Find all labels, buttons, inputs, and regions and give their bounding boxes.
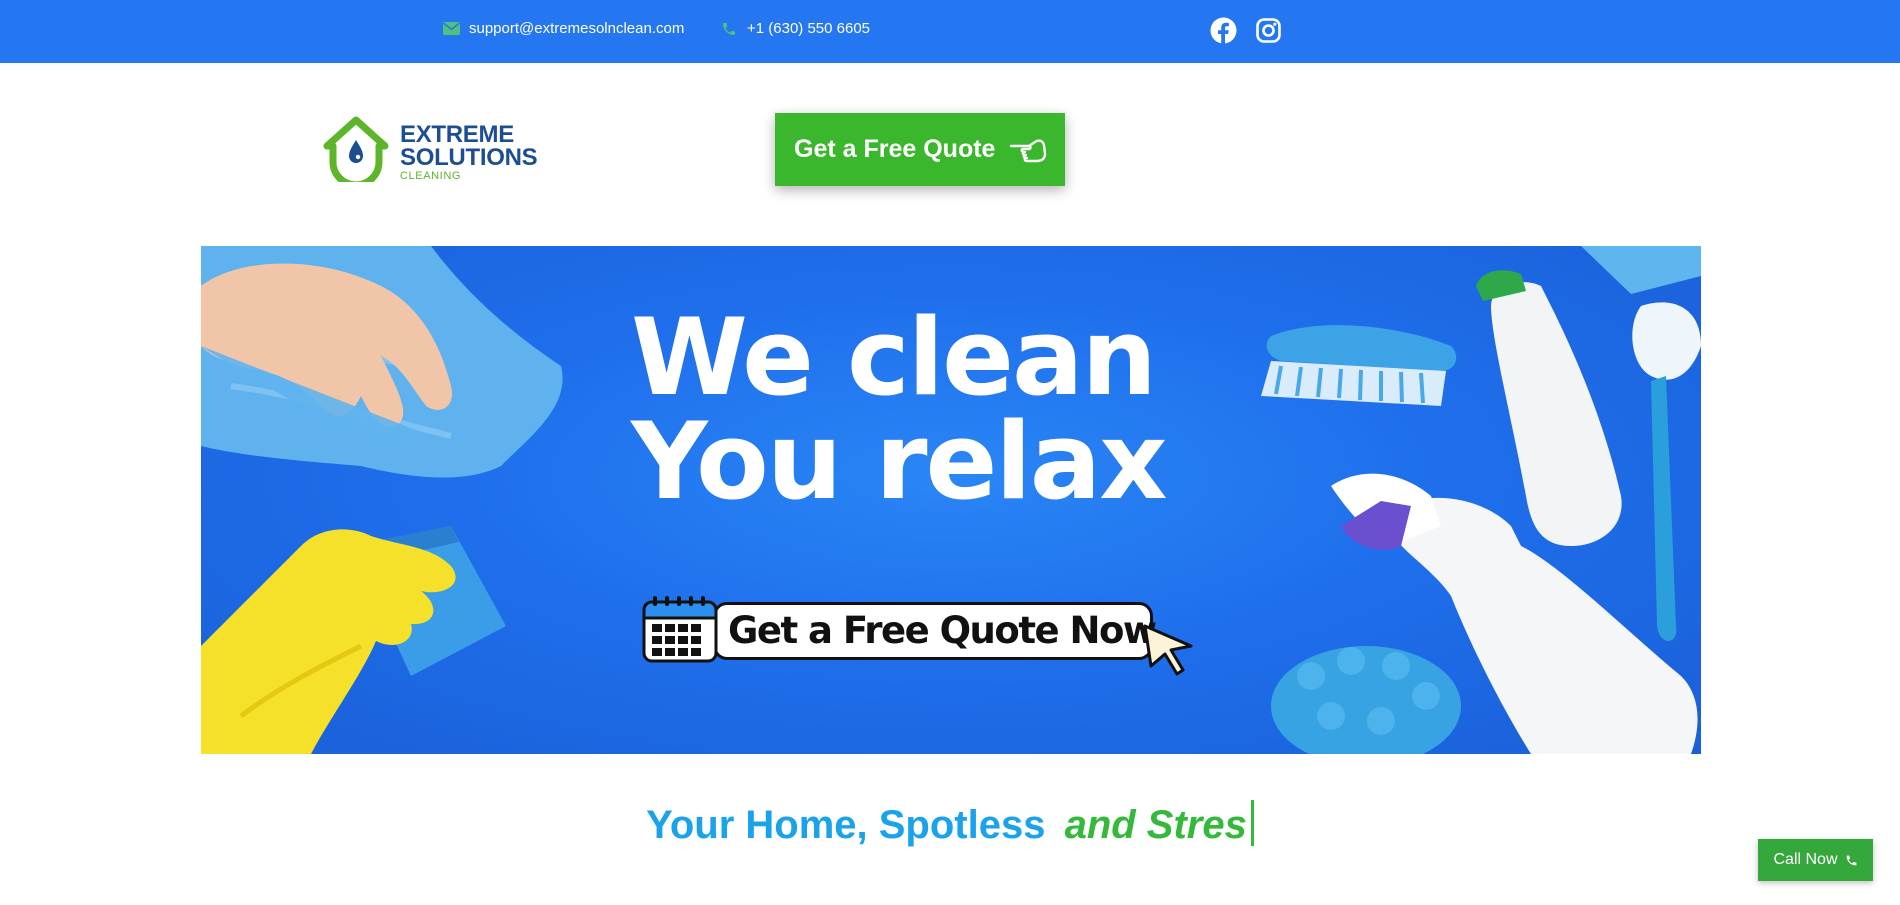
house-drop-icon (323, 116, 389, 182)
hero-banner[interactable]: We clean You relax Get a Free Quote Now (201, 246, 1701, 754)
email-text: support@extremesolnclean.com (469, 20, 685, 37)
phone-icon (1846, 855, 1856, 865)
company-logo[interactable]: EXTREME SOLUTIONS CLEANING (322, 116, 542, 186)
call-now-label: Call Now (1773, 851, 1838, 868)
envelope-icon (443, 20, 460, 37)
logo-text-extreme: EXTREME (400, 121, 514, 148)
phone-text: +1 (630) 550 6605 (747, 20, 871, 37)
facebook-icon[interactable] (1210, 17, 1237, 44)
hero-quote-cta[interactable]: Get a Free Quote Now (641, 594, 1193, 676)
hero-headline: We clean You relax (631, 296, 1168, 523)
pointing-hand-icon (1010, 138, 1047, 162)
get-free-quote-button[interactable]: Get a Free Quote (775, 113, 1065, 186)
logo-text-cleaning: CLEANING (400, 170, 462, 182)
calendar-icon (642, 596, 718, 663)
tagline-static: Your Home, Spotless (646, 803, 1046, 847)
instagram-icon[interactable] (1255, 17, 1282, 44)
top-bar: support@extremesolnclean.com +1 (630) 55… (0, 0, 1900, 63)
tagline-typed: and Stres (1064, 803, 1247, 847)
call-now-button[interactable]: Call Now (1758, 839, 1873, 881)
typing-caret (1250, 800, 1254, 846)
phone-link[interactable]: +1 (630) 550 6605 (721, 20, 870, 37)
hero-cta-label: Get a Free Quote Now (713, 602, 1157, 660)
phone-icon (721, 20, 738, 37)
tagline: Your Home, Spotless and Stres (0, 800, 1900, 848)
logo-text-solutions: SOLUTIONS (400, 144, 538, 171)
cursor-pointer-icon (1143, 624, 1193, 676)
hero-headline-line2: You relax (631, 400, 1168, 523)
hero-headline-line1: We clean (631, 296, 1157, 419)
quote-button-label: Get a Free Quote (794, 135, 996, 163)
email-link[interactable]: support@extremesolnclean.com (443, 20, 684, 37)
